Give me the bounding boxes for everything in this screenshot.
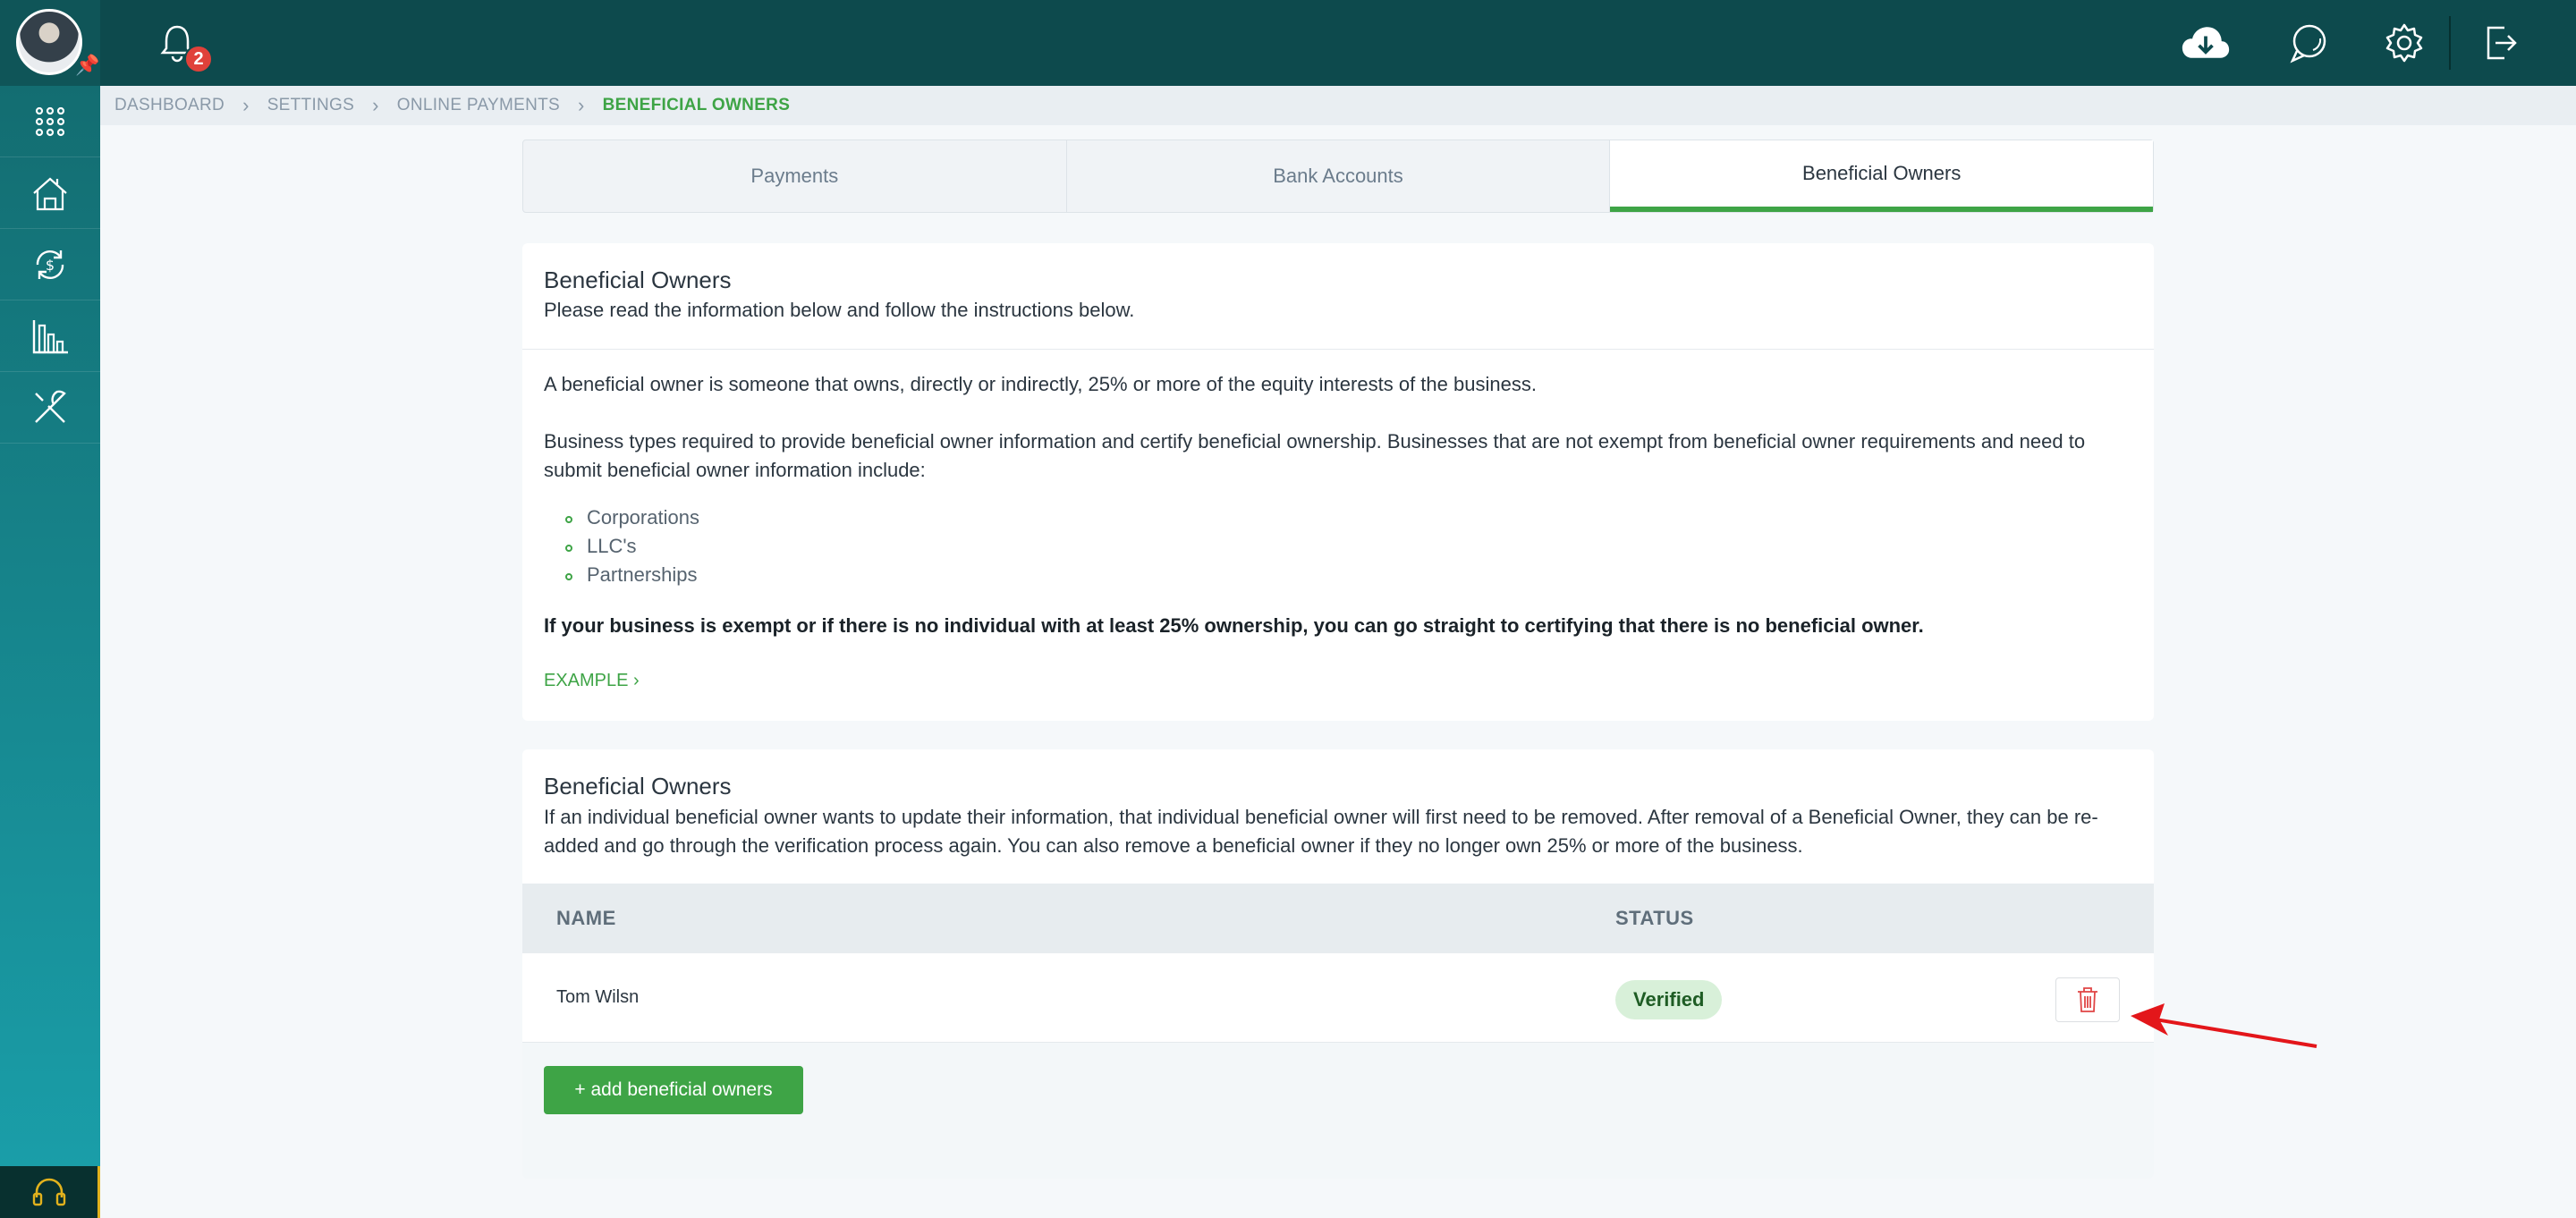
property-icon: [33, 177, 67, 210]
status-badge: Verified: [1615, 980, 1723, 1019]
owners-card-header: Beneficial Owners If an individual benef…: [522, 749, 2154, 884]
sidebar-item-payments[interactable]: $: [0, 229, 100, 300]
owners-card-title: Beneficial Owners: [544, 773, 732, 799]
table-row: Tom Wilsn Verified: [522, 953, 2154, 1043]
support-button[interactable]: [0, 1166, 100, 1218]
info-card-title: Beneficial Owners: [544, 266, 732, 293]
sidebar: $: [0, 86, 100, 1218]
business-type-item: Partnerships: [587, 563, 698, 586]
breadcrumb-online-payments[interactable]: ONLINE PAYMENTS: [397, 96, 560, 115]
svg-text:$: $: [46, 257, 55, 274]
delete-owner-button[interactable]: [2055, 977, 2120, 1022]
business-type-item: LLC's: [587, 535, 637, 557]
column-header-name: NAME: [556, 907, 616, 929]
avatar-area[interactable]: 📌: [0, 0, 100, 86]
info-card: Beneficial Owners Please read the inform…: [522, 243, 2154, 721]
breadcrumb-beneficial-owners: BENEFICIAL OWNERS: [602, 96, 791, 114]
info-card-subtitle: Please read the information below and fo…: [544, 299, 1135, 321]
tab-bar: Payments Bank Accounts Beneficial Owners: [522, 140, 2154, 213]
column-header-status: STATUS: [1615, 907, 1694, 929]
example-link[interactable]: EXAMPLE ›: [544, 671, 640, 691]
definition-text: A beneficial owner is someone that owns,…: [544, 373, 1537, 395]
annotation-arrow-icon: [2131, 1003, 2318, 1048]
gear-icon[interactable]: [2379, 20, 2429, 66]
avatar[interactable]: [16, 9, 82, 75]
breadcrumb: DASHBOARD › SETTINGS › ONLINE PAYMENTS ›…: [100, 86, 2576, 125]
bullet-icon: [565, 545, 572, 552]
owners-card: Beneficial Owners If an individual benef…: [522, 749, 2154, 1179]
breadcrumb-settings[interactable]: SETTINGS: [267, 96, 354, 115]
cloud-download-icon[interactable]: [2181, 20, 2231, 66]
chevron-right-icon: ›: [242, 94, 250, 116]
add-beneficial-owner-button[interactable]: + add beneficial owners: [544, 1066, 803, 1114]
owners-card-description: If an individual beneficial owner wants …: [544, 806, 2098, 857]
trash-icon: [2078, 987, 2097, 1012]
pin-icon[interactable]: 📌: [75, 54, 99, 77]
chevron-right-icon: ›: [577, 94, 585, 116]
apps-grid-icon: [35, 106, 65, 136]
reports-chart-icon: [32, 319, 68, 353]
tab-bank-accounts[interactable]: Bank Accounts: [1067, 140, 1611, 212]
sidebar-item-reports[interactable]: [0, 300, 100, 372]
notification-badge: 2: [184, 45, 213, 73]
requirements-text: Business types required to provide benef…: [544, 430, 2086, 481]
info-card-divider: [522, 349, 2154, 350]
bullet-icon: [565, 573, 572, 580]
business-type-item: Corporations: [587, 506, 699, 529]
tab-payments[interactable]: Payments: [523, 140, 1067, 212]
bullet-icon: [565, 516, 572, 523]
chevron-right-icon: ›: [372, 94, 379, 116]
tab-beneficial-owners[interactable]: Beneficial Owners: [1610, 140, 2154, 212]
breadcrumb-dashboard[interactable]: DASHBOARD: [114, 96, 225, 115]
payments-cycle-icon: $: [36, 250, 64, 279]
chat-icon[interactable]: [2284, 20, 2334, 66]
sidebar-item-apps[interactable]: [0, 86, 100, 157]
example-link-label[interactable]: EXAMPLE: [544, 671, 628, 690]
sidebar-item-properties[interactable]: [0, 157, 100, 229]
chevron-right-icon: ›: [633, 671, 640, 690]
header-divider: [2449, 16, 2451, 70]
exempt-note: If your business is exempt or if there i…: [544, 614, 1924, 637]
sidebar-item-tools[interactable]: [0, 372, 100, 444]
logout-icon[interactable]: [2476, 20, 2526, 66]
table-header: NAME STATUS: [522, 884, 2154, 953]
tools-icon: [35, 390, 66, 423]
owner-name: Tom Wilsn: [556, 987, 640, 1007]
headset-icon: [32, 1178, 65, 1206]
top-bar: 📌 2: [0, 0, 2576, 86]
